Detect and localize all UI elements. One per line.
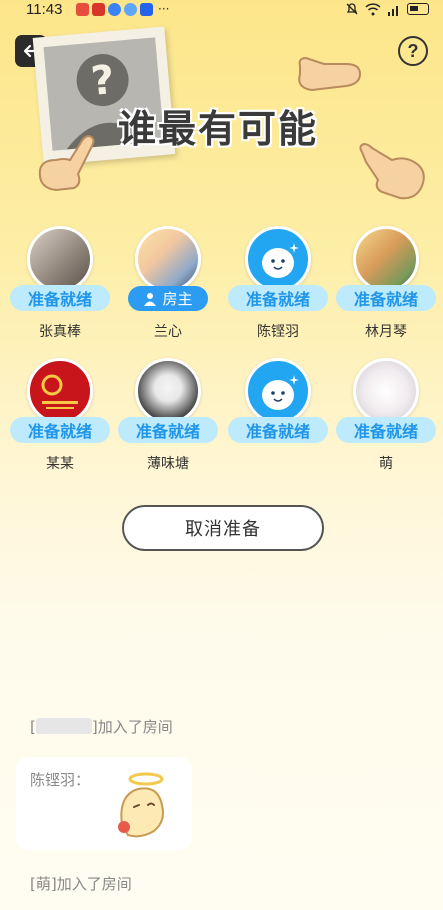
player-slot[interactable]: 准备就绪 萌 [336,358,436,472]
more-notifications-icon: ··· [158,2,170,16]
player-slot[interactable]: 准备就绪 张真棒 [10,226,110,340]
status-time: 11:43 [26,1,63,18]
message-text: ]加入了房间 [91,718,173,736]
help-button[interactable]: ? [398,36,428,66]
sticker-icon [118,772,164,838]
avatar [245,226,311,292]
player-name: 某某 [46,456,74,472]
pointing-hand-icon [359,142,425,200]
redacted-name [35,718,92,734]
player-slot[interactable]: 准备就绪 [228,358,328,448]
chat-sender: 陈铿羽： [30,771,91,789]
status-bar: 11:43 ··· [0,0,443,22]
status-system-icons [345,2,429,16]
notification-app-icon [76,3,89,16]
mascot-face-icon [262,243,299,278]
player-name: 张真棒 [39,324,81,340]
emblem-icon [41,374,78,409]
ready-badge: 准备就绪 [118,417,218,443]
player-name: 兰心 [154,324,182,340]
player-name: 陈铿羽 [257,324,299,340]
mute-bell-icon [346,3,358,15]
status-notification-icons: ··· [76,3,169,16]
pointing-hand-icon [298,56,362,92]
ready-badge: 准备就绪 [336,285,436,311]
wifi-icon [365,2,381,15]
person-icon [144,292,157,306]
notification-app-icon [140,3,153,16]
notification-app-icon [108,3,121,16]
avatar [135,226,201,292]
system-message: [萌]加入了房间 [30,875,132,893]
cancel-ready-button[interactable]: 取消准备 [122,505,324,551]
avatar [27,226,93,292]
ready-badge: 准备就绪 [228,285,328,311]
notification-app-icon [124,3,137,16]
player-name: 薄味塘 [147,456,189,472]
player-slot[interactable]: 房主 兰心 [118,226,218,340]
mascot-face-icon [262,375,299,410]
battery-icon [407,3,429,15]
player-slot[interactable]: 准备就绪 某某 [10,358,110,472]
avatar [353,226,419,292]
avatar [27,358,93,424]
player-slot[interactable]: 准备就绪 薄味塘 [118,358,218,472]
ready-badge: 准备就绪 [10,285,110,311]
avatar [135,358,201,424]
player-name: 萌 [379,456,393,472]
ready-badge: 准备就绪 [336,417,436,443]
ready-badge: 准备就绪 [228,417,328,443]
ready-badge: 准备就绪 [10,417,110,443]
notification-app-icon [92,3,105,16]
message-bracket: [ [30,718,36,736]
owner-badge: 房主 [128,286,208,311]
svg-text:?: ? [89,57,116,105]
chat-message: 陈铿羽： [16,757,192,850]
owner-label: 房主 [162,290,193,308]
player-name: 林月琴 [365,324,407,340]
system-message: [ ]加入了房间 [30,716,173,737]
player-slot[interactable]: 准备就绪 陈铿羽 [228,226,328,340]
pointing-hand-icon [38,134,95,192]
avatar [353,358,419,424]
signal-icon [388,5,398,16]
player-slot[interactable]: 准备就绪 林月琴 [336,226,436,340]
avatar [245,358,311,424]
game-title: 谁最有可能 [118,107,319,151]
